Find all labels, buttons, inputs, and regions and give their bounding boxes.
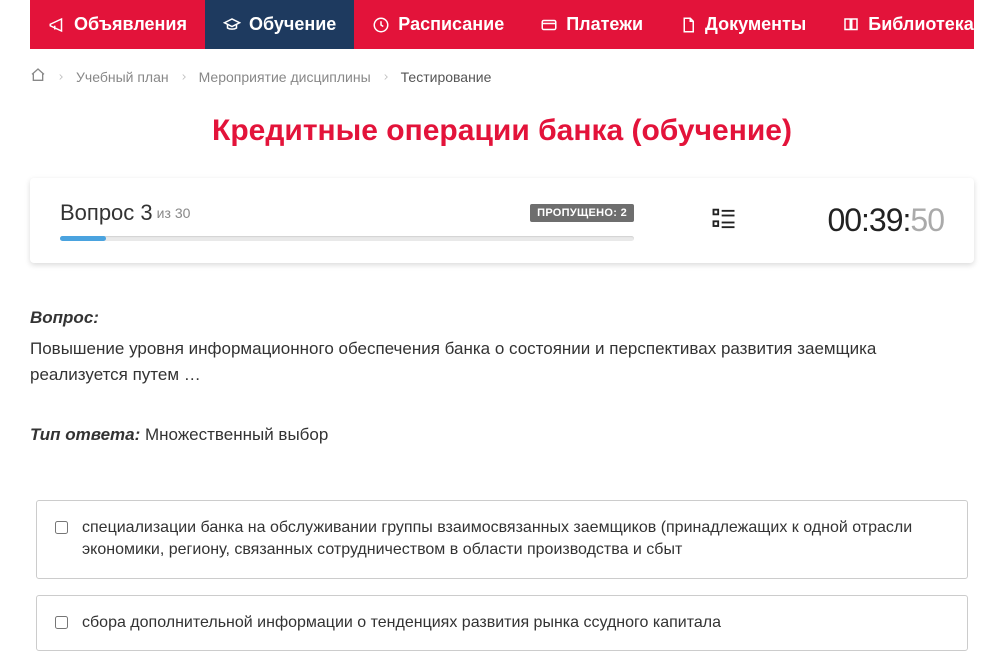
nav-documents[interactable]: Документы [661,0,824,49]
question-number-label: Вопрос 3 [60,200,153,226]
nav-learning[interactable]: Обучение [205,0,354,49]
question-text: Повышение уровня информационного обеспеч… [30,336,974,387]
timer: 00:39:50 [827,202,944,238]
home-icon[interactable] [30,67,46,86]
nav-announcements[interactable]: Объявления [30,0,205,49]
option-text: сбора дополнительной информации о тенден… [82,612,721,634]
answer-type-label: Тип ответа: [30,425,140,444]
timer-seconds: 50 [910,202,944,238]
option-checkbox[interactable] [55,616,68,629]
option-text: специализации банка на обслуживании груп… [82,517,949,562]
chevron-right-icon [179,69,189,85]
chevron-right-icon [381,69,391,85]
question-total-label: из 30 [157,205,191,221]
clock-icon [372,16,390,34]
nav-label: Расписание [398,14,504,35]
nav-schedule[interactable]: Расписание [354,0,522,49]
breadcrumb-current: Тестирование [401,69,492,85]
book-icon [842,16,860,34]
nav-label: Объявления [74,14,187,35]
nav-label: Библиотека [868,14,974,35]
nav-library[interactable]: Библиотека [824,0,1004,49]
quiz-status-card: Вопрос 3 из 30 ПРОПУЩЕНО: 2 [30,178,974,263]
breadcrumb: Учебный план Мероприятие дисциплины Тест… [0,49,1004,96]
nav-label: Документы [705,14,806,35]
grad-cap-icon [223,16,241,34]
chevron-right-icon [56,69,66,85]
breadcrumb-item[interactable]: Мероприятие дисциплины [199,69,371,85]
nav-label: Платежи [566,14,643,35]
main-nav: Объявления Обучение Расписание Платежи Д… [30,0,974,49]
chevron-down-icon [984,18,998,32]
timer-main: 00:39: [827,202,910,238]
progress-bar [60,236,634,241]
question-label: Вопрос: [30,308,974,328]
page-title: Кредитные операции банка (обучение) [0,96,1004,178]
progress-fill [60,236,106,241]
card-icon [540,16,558,34]
options-list: специализации банка на обслуживании груп… [30,500,974,651]
nav-label: Обучение [249,14,336,35]
doc-icon [679,16,697,34]
option-item[interactable]: сбора дополнительной информации о тенден… [36,595,968,651]
megaphone-icon [48,16,66,34]
answer-type-value: Множественный выбор [145,425,328,444]
breadcrumb-item[interactable]: Учебный план [76,69,169,85]
option-checkbox[interactable] [55,521,68,534]
option-item[interactable]: специализации банка на обслуживании груп… [36,500,968,579]
question-list-icon[interactable] [709,205,739,236]
skipped-badge: ПРОПУЩЕНО: 2 [530,204,634,222]
nav-payments[interactable]: Платежи [522,0,661,49]
